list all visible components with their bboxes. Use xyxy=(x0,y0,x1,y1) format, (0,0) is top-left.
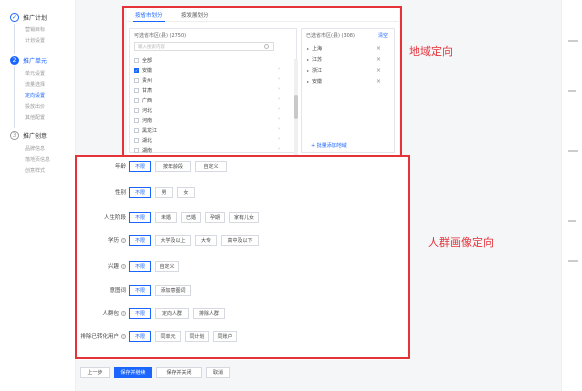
step-number: 2 xyxy=(10,56,19,65)
substep[interactable]: 其他配置 xyxy=(25,114,45,121)
region-annotation-box xyxy=(122,6,402,157)
divider xyxy=(568,150,578,152)
region-annotation-label: 地域定向 xyxy=(409,45,453,58)
divider xyxy=(568,260,578,262)
step-plan[interactable]: ✓ 推广计划 xyxy=(10,13,47,22)
step-number: 3 xyxy=(10,131,19,140)
substep[interactable]: 创意样式 xyxy=(25,167,45,174)
divider xyxy=(568,40,578,42)
prev-step-button[interactable]: 上一步 xyxy=(80,367,110,378)
step-unit[interactable]: 2 推广单元 xyxy=(10,56,47,65)
substep[interactable]: 流量选择 xyxy=(25,81,45,88)
step-title: 推广单元 xyxy=(23,58,48,65)
divider xyxy=(568,220,576,222)
substep[interactable]: 营销目标 xyxy=(25,26,45,33)
substep[interactable]: 品牌信息 xyxy=(25,145,45,152)
save-continue-button[interactable]: 保存并继续 xyxy=(114,367,152,378)
divider xyxy=(568,90,576,92)
substep-current[interactable]: 定向设置 xyxy=(25,92,45,99)
substep[interactable]: 落地页信息 xyxy=(25,156,50,163)
save-close-button[interactable]: 保存并关闭 xyxy=(156,367,202,378)
right-panel-edge xyxy=(561,0,582,391)
step-title: 推广计划 xyxy=(23,15,48,22)
substep[interactable]: 计划设置 xyxy=(25,37,45,44)
step-title: 推广创意 xyxy=(23,133,48,140)
crowd-annotation-box xyxy=(75,155,410,359)
check-icon: ✓ xyxy=(10,13,19,22)
step-creative[interactable]: 3 推广创意 xyxy=(10,131,47,140)
substep[interactable]: 单元设置 xyxy=(25,70,45,77)
step-connector xyxy=(14,66,15,128)
step-sidebar: ✓ 推广计划 营销目标 计划设置 2 推广单元 单元设置 流量选择 定向设置 投… xyxy=(0,0,76,391)
crowd-annotation-label: 人群画像定向 xyxy=(428,236,494,249)
substep[interactable]: 投放出价 xyxy=(25,103,45,110)
cancel-button[interactable]: 取消 xyxy=(206,367,230,378)
step-connector xyxy=(14,24,15,54)
